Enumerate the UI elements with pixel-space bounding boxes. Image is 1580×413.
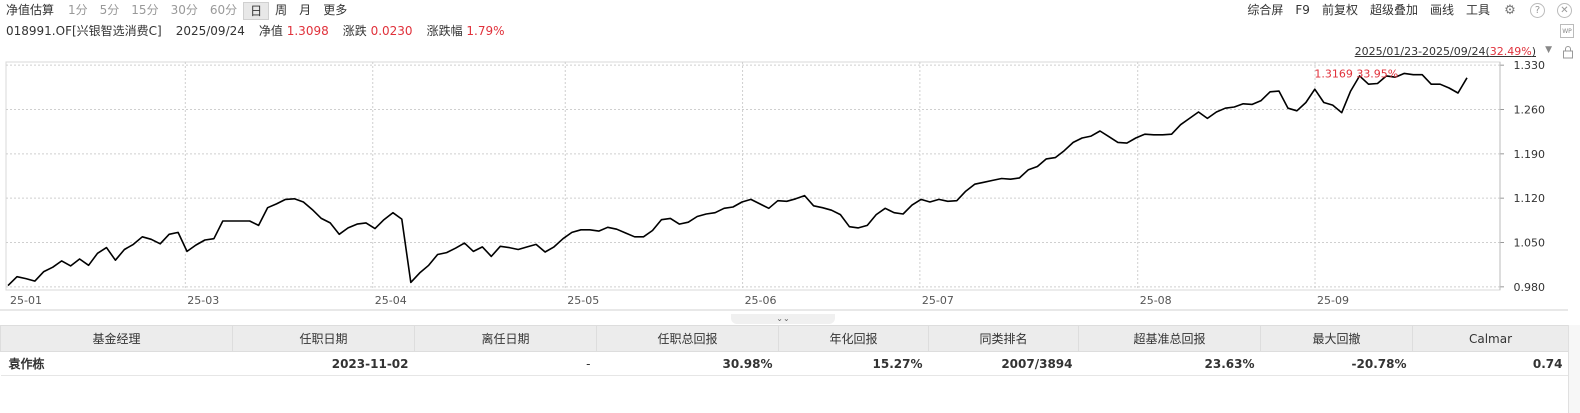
nav-field: 净值 1.3098 — [259, 23, 329, 39]
x-tick-label: 25-05 — [567, 294, 599, 307]
col-peer-rank[interactable]: 同类排名 — [928, 325, 1079, 352]
draw-line-button[interactable]: 画线 — [1430, 2, 1454, 18]
plot-frame — [5, 61, 1501, 291]
table-header-row: 基金经理 任职日期 离任日期 任职总回报 年化回报 同类排名 超基准总回报 最大… — [0, 325, 1569, 352]
wp-badge-icon[interactable]: WP — [1560, 24, 1574, 38]
col-total-return[interactable]: 任职总回报 — [596, 325, 779, 352]
right-toolbar: 综合屏 F9 前复权 超级叠加 画线 工具 ⚙ ? ✕ — [1247, 2, 1572, 18]
tab-month[interactable]: 月 — [293, 2, 317, 20]
nav-series-line — [7, 72, 1468, 287]
range-selector[interactable]: 2025/01/23-2025/09/24(32.49%) — [1355, 45, 1536, 58]
col-calmar[interactable]: Calmar — [1412, 325, 1569, 352]
x-tick-label: 25-09 — [1317, 294, 1349, 307]
tab-1min[interactable]: 1分 — [62, 2, 94, 20]
change-field: 涨跌 0.0230 — [343, 23, 413, 39]
tab-nav-estimate[interactable]: 净值估算 — [6, 2, 62, 20]
change-label: 涨跌 — [342, 24, 367, 38]
lock-icon[interactable] — [1562, 45, 1574, 59]
composite-screen-button[interactable]: 综合屏 — [1247, 2, 1283, 18]
cell-total-return: 30.98% — [596, 351, 779, 376]
period-tabs: 净值估算 1分 5分 15分 30分 60分 日 周 月 更多 — [6, 2, 353, 20]
col-start-date[interactable]: 任职日期 — [232, 325, 415, 352]
cell-excess-return: 23.63% — [1078, 351, 1261, 376]
change-pct-value: 1.79% — [466, 24, 505, 38]
col-manager[interactable]: 基金经理 — [0, 325, 233, 352]
chart-grid — [0, 61, 1568, 311]
change-value: 0.0230 — [370, 24, 413, 38]
gear-icon[interactable]: ⚙ — [1502, 2, 1518, 18]
cell-max-drawdown: -20.78% — [1260, 351, 1413, 376]
fund-name: 018991.OF[兴银智选消费C] — [6, 24, 162, 38]
y-tick-label: 1.190 — [1514, 148, 1546, 161]
x-tick-label: 25-07 — [922, 294, 954, 307]
nav-value: 1.3098 — [286, 24, 329, 38]
vertical-scrollbar[interactable] — [1568, 325, 1580, 413]
x-tick-label: 25-03 — [187, 294, 219, 307]
col-max-drawdown[interactable]: 最大回撤 — [1260, 325, 1413, 352]
tab-30min[interactable]: 30分 — [165, 2, 204, 20]
tab-15min[interactable]: 15分 — [125, 2, 164, 20]
cell-annual-return: 15.27% — [778, 351, 929, 376]
x-axis: 25-01 25-03 25-04 25-05 25-06 25-07 25-08 25-09 — [10, 294, 1349, 307]
x-tick-label: 25-04 — [375, 294, 407, 307]
nav-label: 净值 — [258, 24, 283, 38]
forward-adjust-button[interactable]: 前复权 — [1322, 2, 1358, 18]
col-end-date[interactable]: 离任日期 — [414, 325, 597, 352]
col-excess-return[interactable]: 超基准总回报 — [1078, 325, 1261, 352]
y-tick-label: 1.260 — [1514, 104, 1546, 117]
tab-day[interactable]: 日 — [243, 2, 270, 20]
tab-60min[interactable]: 60分 — [204, 2, 243, 20]
col-annual-return[interactable]: 年化回报 — [778, 325, 929, 352]
chevron-down-icon[interactable]: ▼ — [1545, 45, 1552, 55]
super-overlay-button[interactable]: 超级叠加 — [1370, 2, 1418, 18]
y-tick-label: 0.980 — [1514, 281, 1546, 294]
y-tick-label: 1.120 — [1514, 192, 1546, 205]
change-pct-label: 涨跌幅 — [426, 24, 463, 38]
cell-manager: 袁作栋 — [0, 351, 233, 376]
help-icon[interactable]: ? — [1530, 2, 1545, 18]
tab-5min[interactable]: 5分 — [94, 2, 126, 20]
collapse-chart-button[interactable]: ⌄⌄ — [731, 314, 835, 324]
table-row[interactable]: 袁作栋 2023-11-02 - 30.98% 15.27% 2007/3894… — [0, 351, 1569, 376]
chart-toolbar: 净值估算 1分 5分 15分 30分 60分 日 周 月 更多 综合屏 F9 前… — [0, 0, 1580, 20]
x-tick-label: 25-06 — [745, 294, 777, 307]
annotation-layer: 1.3169 33.95% — [1314, 67, 1398, 80]
cell-start-date: 2023-11-02 — [232, 351, 415, 376]
cell-peer-rank: 2007/3894 — [928, 351, 1079, 376]
change-pct-field: 涨跌幅 1.79% — [427, 23, 505, 39]
tools-button[interactable]: 工具 — [1466, 2, 1490, 18]
tab-more[interactable]: 更多 — [317, 2, 353, 20]
y-tick-label: 1.050 — [1514, 237, 1546, 250]
x-tick-label: 25-08 — [1140, 294, 1172, 307]
f9-button[interactable]: F9 — [1295, 2, 1310, 18]
fund-info-bar: 018991.OF[兴银智选消费C] 2025/09/24 净值 1.3098 … — [6, 23, 505, 39]
x-tick-label: 25-01 — [10, 294, 42, 307]
close-icon[interactable]: ✕ — [1557, 2, 1572, 18]
range-return: 32.49% — [1489, 45, 1532, 58]
y-axis: 1.330 1.260 1.190 1.120 1.050 0.980 — [1499, 60, 1546, 294]
peak-annotation-label: 1.3169 33.95% — [1314, 67, 1398, 80]
tab-week[interactable]: 周 — [269, 2, 293, 20]
cell-calmar: 0.74 — [1412, 351, 1569, 376]
quote-date: 2025/09/24 — [175, 24, 245, 38]
nav-line-chart: 1.3301.2601.1901.1201.0500.980 25-01 25-0… — [0, 60, 1568, 311]
range-dates: 2025/01/23-2025/09/24 — [1354, 45, 1486, 58]
cell-end-date: - — [414, 351, 597, 376]
series-layer — [7, 72, 1468, 287]
y-tick-label: 1.330 — [1514, 60, 1546, 72]
fund-manager-table: 基金经理 任职日期 离任日期 任职总回报 年化回报 同类排名 超基准总回报 最大… — [0, 325, 1569, 376]
